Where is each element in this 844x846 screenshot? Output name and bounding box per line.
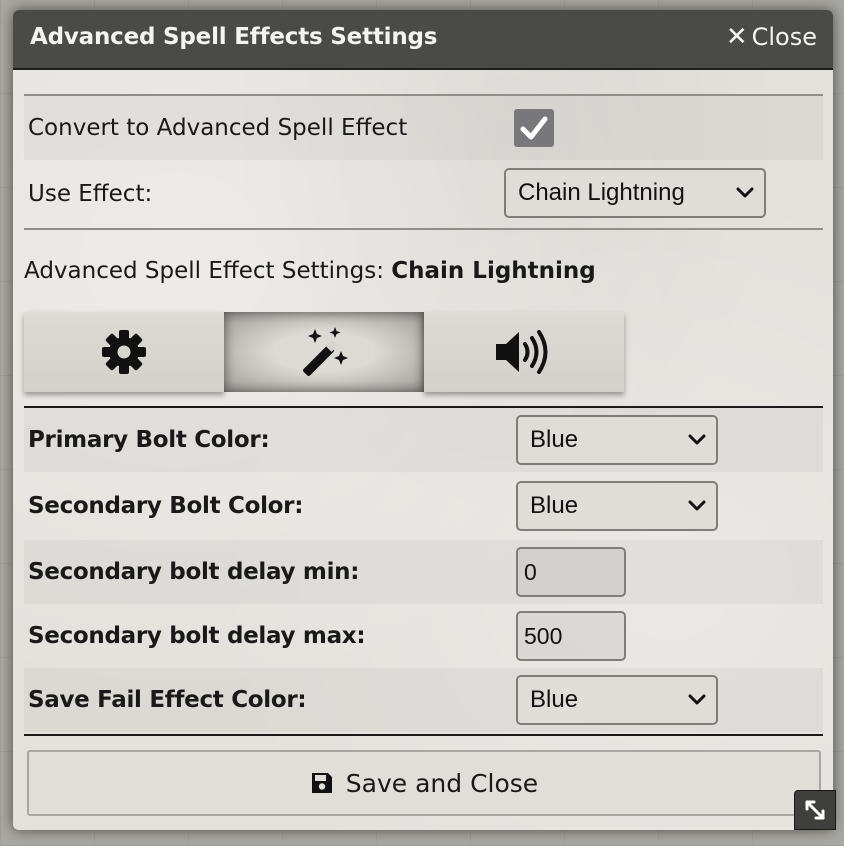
- use-effect-select[interactable]: Chain Lightning: [504, 168, 766, 218]
- save-fail-color-value: Blue: [530, 686, 579, 713]
- close-button[interactable]: ✕ Close: [726, 23, 817, 51]
- divider: [24, 734, 823, 736]
- use-effect-label: Use Effect:: [28, 181, 153, 207]
- tab-effects[interactable]: [224, 312, 424, 392]
- save-fail-color-label: Save Fail Effect Color:: [28, 687, 307, 713]
- use-effect-row: Use Effect: Chain Lightning: [24, 162, 823, 226]
- secondary-delay-min-row: Secondary bolt delay min: 0: [24, 540, 823, 604]
- chevron-down-icon: [688, 694, 706, 705]
- tab-general[interactable]: [24, 312, 224, 392]
- secondary-delay-max-row: Secondary bolt delay max: 500: [24, 604, 823, 668]
- secondary-bolt-color-row: Secondary Bolt Color: Blue: [24, 474, 823, 538]
- secondary-delay-min-input[interactable]: 0: [516, 547, 626, 597]
- chevron-down-icon: [736, 187, 754, 198]
- gear-icon: [102, 330, 146, 374]
- primary-bolt-color-label: Primary Bolt Color:: [28, 427, 270, 453]
- save-and-close-label: Save and Close: [345, 768, 539, 798]
- checkmark-icon: [520, 116, 548, 140]
- chevron-down-icon: [688, 434, 706, 445]
- primary-bolt-color-value: Blue: [530, 426, 579, 453]
- resize-icon: [805, 800, 825, 820]
- volume-icon: [496, 330, 548, 374]
- secondary-bolt-color-label: Secondary Bolt Color:: [28, 493, 304, 519]
- settings-heading-prefix: Advanced Spell Effect Settings:: [24, 258, 392, 284]
- dialog-titlebar[interactable]: Advanced Spell Effects Settings ✕ Close: [13, 10, 833, 70]
- settings-heading: Advanced Spell Effect Settings: Chain Li…: [24, 258, 596, 284]
- save-fail-color-row: Save Fail Effect Color: Blue: [24, 668, 823, 732]
- magic-wand-icon: [303, 327, 348, 376]
- close-icon: ✕: [725, 22, 748, 52]
- settings-tabs: [24, 312, 624, 392]
- tab-sound[interactable]: [424, 312, 624, 392]
- save-fail-color-select[interactable]: Blue: [516, 675, 718, 725]
- primary-bolt-color-select[interactable]: Blue: [516, 415, 718, 465]
- resize-handle[interactable]: [794, 790, 836, 830]
- floppy-disk-icon: [311, 773, 332, 793]
- secondary-delay-max-input[interactable]: 500: [516, 611, 626, 661]
- primary-bolt-color-row: Primary Bolt Color: Blue: [24, 408, 823, 472]
- secondary-delay-max-value: 500: [524, 622, 563, 649]
- use-effect-value: Chain Lightning: [518, 179, 685, 206]
- chevron-down-icon: [688, 500, 706, 511]
- divider: [24, 228, 823, 230]
- close-label: Close: [751, 23, 817, 51]
- dialog-title: Advanced Spell Effects Settings: [30, 24, 438, 50]
- convert-checkbox[interactable]: [514, 109, 554, 147]
- convert-row: Convert to Advanced Spell Effect: [24, 96, 823, 160]
- settings-dialog: Advanced Spell Effects Settings ✕ Close …: [13, 10, 833, 830]
- secondary-delay-min-value: 0: [524, 558, 537, 585]
- save-and-close-button[interactable]: Save and Close: [27, 750, 821, 816]
- convert-label: Convert to Advanced Spell Effect: [28, 115, 408, 141]
- secondary-delay-min-label: Secondary bolt delay min:: [28, 559, 360, 585]
- secondary-bolt-color-value: Blue: [530, 492, 579, 519]
- settings-heading-effect: Chain Lightning: [391, 258, 596, 284]
- secondary-delay-max-label: Secondary bolt delay max:: [28, 623, 366, 649]
- secondary-bolt-color-select[interactable]: Blue: [516, 481, 718, 531]
